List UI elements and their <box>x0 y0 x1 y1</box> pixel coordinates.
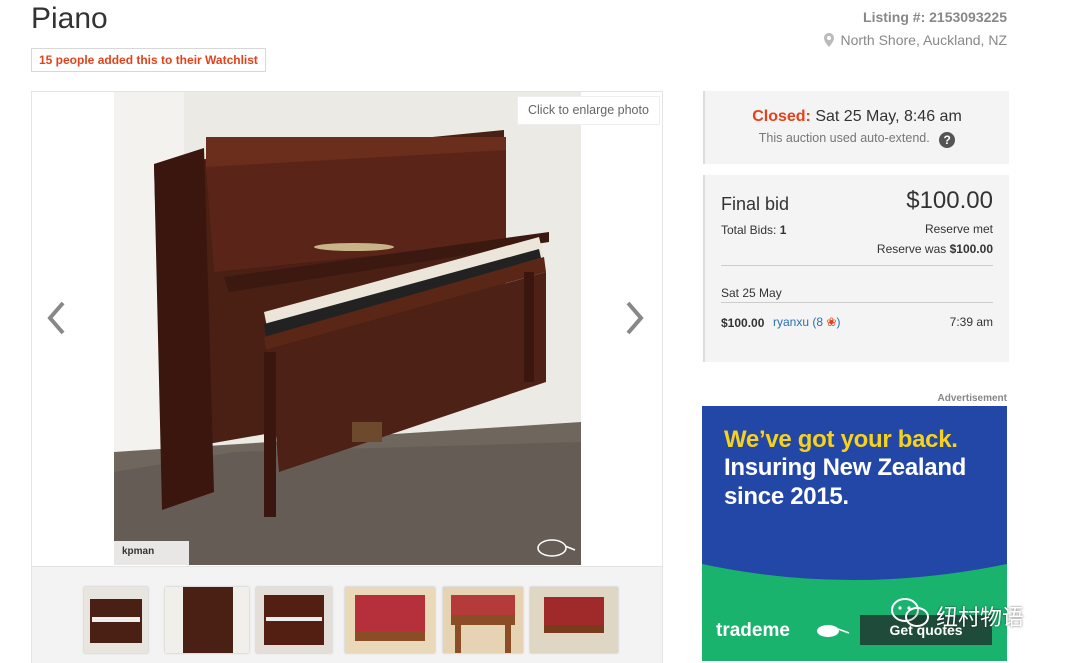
final-bid-label: Final bid <box>721 194 790 214</box>
chevron-right-icon[interactable] <box>624 297 646 347</box>
bidder-link[interactable]: ryanxu (8 ❀) <box>773 315 840 329</box>
ad-subline-year: since 2015. <box>724 483 849 510</box>
bidder-name[interactable]: ryanxu <box>773 315 809 329</box>
feedback-star-icon: ❀ <box>826 315 837 329</box>
divider <box>721 265 993 266</box>
auto-extend-text: This auction used auto-extend. <box>758 131 930 145</box>
reserve-was-label: Reserve was <box>876 242 947 256</box>
bid-history-date: Sat 25 May <box>721 286 782 300</box>
kiwi-watermark-icon <box>532 536 576 563</box>
total-bids-label: Total Bids: <box>721 223 777 237</box>
bid-history-amount: $100.00 <box>721 316 765 330</box>
watermark-text: 纽村物语 <box>936 605 1025 630</box>
main-photo[interactable] <box>114 92 581 565</box>
location-text: North Shore, Auckland, NZ <box>840 32 1007 48</box>
closed-label: Closed: <box>752 108 811 125</box>
final-bid-amount: $100.00 <box>906 187 993 214</box>
reserve-was-amount: $100.00 <box>949 242 993 256</box>
listing-number: Listing #: 2153093225 <box>863 9 1007 25</box>
auction-status-box: Closed: Sat 25 May, 8:46 am This auction… <box>703 91 1009 164</box>
bid-summary-box: Final bid $100.00 Total Bids: 1 Reserve … <box>703 175 1009 362</box>
closed-date: Sat 25 May, 8:46 am <box>815 108 962 125</box>
total-bids-count: 1 <box>779 223 787 237</box>
kiwi-logo-icon <box>810 622 850 643</box>
watchlist-count-badge: 15 people added this to their Watchlist <box>31 48 266 72</box>
page-title: Piano <box>31 2 108 35</box>
advertisement-label: Advertisement <box>937 393 1007 404</box>
photo-gallery: kpman Click to enlarge photo <box>31 91 663 663</box>
seller-tag: kpman <box>122 546 155 557</box>
closed-status: Closed: Sat 25 May, 8:46 am <box>705 108 1009 126</box>
enlarge-photo-button[interactable]: Click to enlarge photo <box>517 96 660 125</box>
wechat-icon <box>890 597 930 635</box>
chevron-left-icon[interactable] <box>45 297 67 347</box>
wechat-watermark: 纽村物语 <box>890 597 1024 635</box>
location: North Shore, Auckland, NZ <box>824 32 1007 48</box>
location-pin-icon <box>824 33 835 47</box>
ad-subline: Insuring New Zealand <box>724 454 967 481</box>
thumbnail[interactable] <box>84 587 148 653</box>
ad-headline: We’ve got your back. <box>724 426 958 453</box>
help-icon[interactable]: ? <box>939 132 956 148</box>
divider <box>721 302 993 303</box>
total-bids: Total Bids: 1 <box>721 223 786 237</box>
thumbnail[interactable] <box>530 587 618 653</box>
reserve-was: Reserve was $100.00 <box>877 242 993 256</box>
reserve-met-status: Reserve met <box>924 222 993 236</box>
thumbnail[interactable] <box>345 587 435 653</box>
thumbnail-strip <box>32 566 662 663</box>
auto-extend-note: This auction used auto-extend. ? <box>705 131 1009 148</box>
bid-history-time: 7:39 am <box>949 315 993 329</box>
bidder-rating[interactable]: 8 <box>816 315 823 329</box>
thumbnail[interactable] <box>443 587 523 653</box>
thumbnail[interactable] <box>165 587 249 653</box>
thumbnail[interactable] <box>256 587 332 653</box>
trademe-logo: trademe <box>716 620 790 641</box>
